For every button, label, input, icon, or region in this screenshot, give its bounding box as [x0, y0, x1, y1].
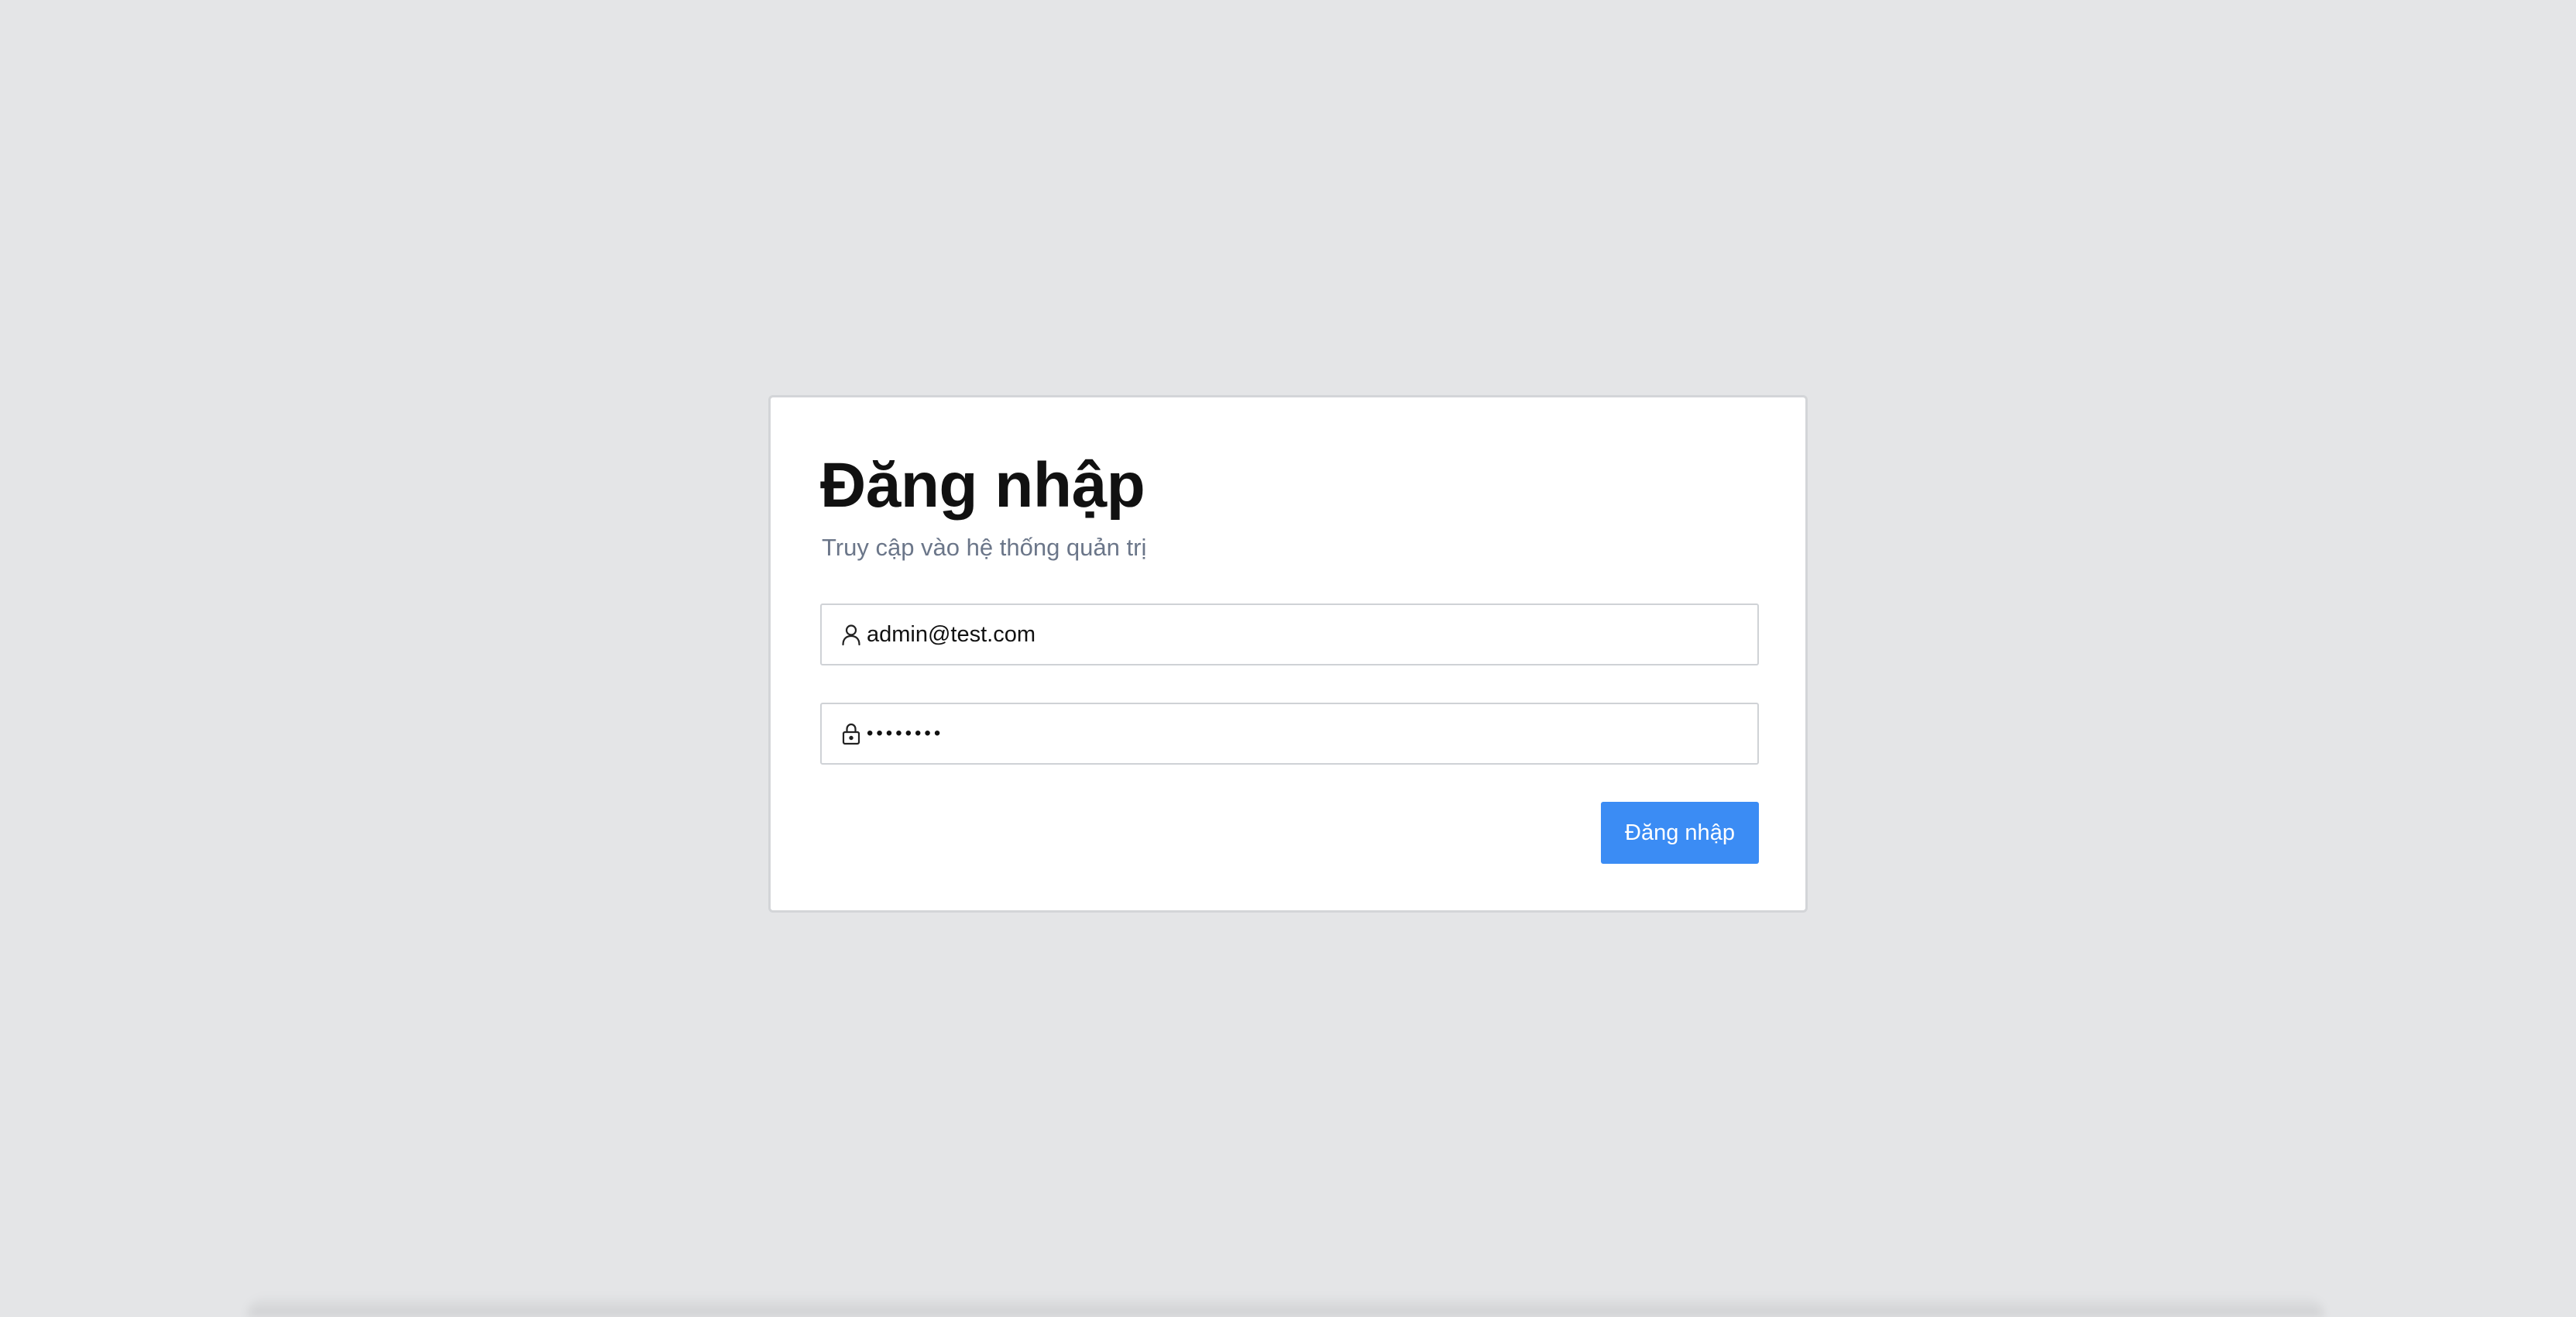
email-input[interactable]: [867, 605, 1742, 664]
bottom-shadow: [248, 1295, 2324, 1317]
login-card: Đăng nhập Truy cập vào hệ thống quản trị…: [768, 395, 1808, 913]
email-field[interactable]: [820, 603, 1759, 665]
user-icon: [839, 622, 864, 647]
password-field[interactable]: [820, 703, 1759, 765]
page-title: Đăng nhập: [820, 450, 1145, 521]
page-subtitle: Truy cập vào hệ thống quản trị: [822, 534, 1147, 561]
login-button[interactable]: Đăng nhập: [1601, 802, 1759, 864]
password-input[interactable]: [867, 704, 1742, 763]
lock-icon: [839, 721, 864, 746]
